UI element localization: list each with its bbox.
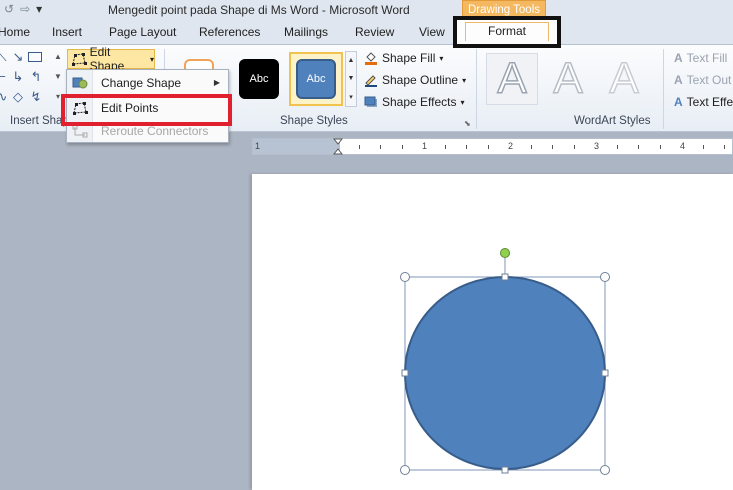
- resize-handle-bottom-right[interactable]: [600, 465, 610, 475]
- rotation-handle[interactable]: [500, 248, 510, 258]
- resize-handle-bottom[interactable]: [501, 466, 509, 474]
- resize-handle-top-right[interactable]: [600, 272, 610, 282]
- resize-handle-right[interactable]: [601, 369, 609, 377]
- resize-handle-top-left[interactable]: [400, 272, 410, 282]
- resize-handle-bottom-left[interactable]: [400, 465, 410, 475]
- resize-handle-left[interactable]: [401, 369, 409, 377]
- resize-handle-top[interactable]: [501, 273, 509, 281]
- selected-shape-layer: [400, 248, 610, 475]
- circle-shape[interactable]: [404, 276, 606, 470]
